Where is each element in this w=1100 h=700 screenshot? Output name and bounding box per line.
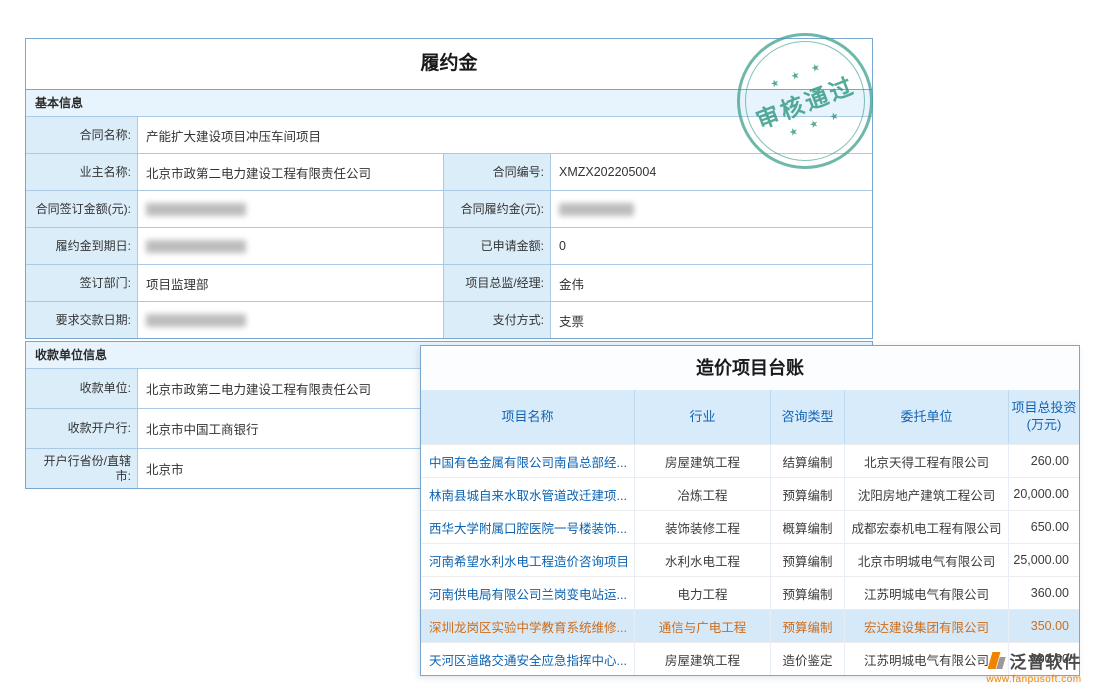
- industry-cell: 通信与广电工程: [635, 609, 771, 642]
- ledger-header-row: 项目名称 行业 咨询类型 委托单位 项目总投资 (万元): [421, 390, 1079, 444]
- consult-type-cell: 结算编制: [771, 444, 845, 477]
- industry-cell: 装饰装修工程: [635, 510, 771, 543]
- table-row-selected[interactable]: 深圳龙岗区实验中学教育系统维修... 通信与广电工程 预算编制 宏达建设集团有限…: [421, 609, 1079, 642]
- project-name-link[interactable]: 河南供电局有限公司兰岗变电站运...: [421, 576, 635, 609]
- owner-name-value: 北京市政第二电力建设工程有限责任公司: [138, 153, 444, 190]
- fanpu-logo-icon: [987, 651, 1006, 670]
- investment-cell: 260.00: [1009, 444, 1079, 477]
- client-cell: 宏达建设集团有限公司: [845, 609, 1009, 642]
- table-row[interactable]: 河南希望水利水电工程造价咨询项目 水利水电工程 预算编制 北京市明城电气有限公司…: [421, 543, 1079, 576]
- project-name-link[interactable]: 天河区道路交通安全应急指挥中心...: [421, 642, 635, 675]
- table-row[interactable]: 中国有色金属有限公司南昌总部经... 房屋建筑工程 结算编制 北京天得工程有限公…: [421, 444, 1079, 477]
- project-name-link[interactable]: 林南县城自来水取水管道改迁建项...: [421, 477, 635, 510]
- redacted-value: [559, 203, 634, 216]
- col-header-investment-line1: 项目总投资: [1011, 400, 1076, 417]
- signing-dept-value: 项目监理部: [138, 264, 444, 301]
- payment-method-value: 支票: [551, 301, 872, 338]
- industry-cell: 电力工程: [635, 576, 771, 609]
- bond-amount-label: 合同履约金(元):: [444, 190, 551, 227]
- client-cell: 成都宏泰机电工程有限公司: [845, 510, 1009, 543]
- client-cell: 北京市明城电气有限公司: [845, 543, 1009, 576]
- client-cell: 北京天得工程有限公司: [845, 444, 1009, 477]
- col-header-project-name: 项目名称: [421, 390, 635, 444]
- consult-type-cell: 预算编制: [771, 576, 845, 609]
- project-manager-value: 金伟: [551, 264, 872, 301]
- client-cell: 沈阳房地产建筑工程公司: [845, 477, 1009, 510]
- bond-due-date-label: 履约金到期日:: [26, 227, 138, 264]
- project-name-link[interactable]: 河南希望水利水电工程造价咨询项目: [421, 543, 635, 576]
- signed-amount-label: 合同签订金额(元):: [26, 190, 138, 227]
- payment-request-date-value: [138, 301, 444, 338]
- contract-number-label: 合同编号:: [444, 153, 551, 190]
- consult-type-cell: 造价鉴定: [771, 642, 845, 675]
- bond-amount-value: [551, 190, 872, 227]
- section-header-basic-info: 基本信息: [26, 89, 872, 116]
- industry-cell: 房屋建筑工程: [635, 444, 771, 477]
- investment-cell: 360.00: [1009, 576, 1079, 609]
- investment-cell: 20,000.00: [1009, 477, 1079, 510]
- industry-cell: 水利水电工程: [635, 543, 771, 576]
- performance-bond-panel: 履约金 基本信息 合同名称: 产能扩大建设项目冲压车间项目 业主名称: 北京市政…: [25, 38, 873, 339]
- consult-type-cell: 预算编制: [771, 543, 845, 576]
- redacted-value: [146, 203, 246, 216]
- table-row[interactable]: 西华大学附属口腔医院一号楼装饰... 装饰装修工程 概算编制 成都宏泰机电工程有…: [421, 510, 1079, 543]
- applied-amount-label: 已申请金额:: [444, 227, 551, 264]
- project-name-link[interactable]: 西华大学附属口腔医院一号楼装饰...: [421, 510, 635, 543]
- payment-method-label: 支付方式:: [444, 301, 551, 338]
- page-title: 履约金: [26, 39, 872, 89]
- table-row[interactable]: 林南县城自来水取水管道改迁建项... 冶炼工程 预算编制 沈阳房地产建筑工程公司…: [421, 477, 1079, 510]
- project-name-link[interactable]: 深圳龙岗区实验中学教育系统维修...: [421, 609, 635, 642]
- brand-url[interactable]: www.fanpusoft.com: [972, 674, 1096, 685]
- redacted-value: [146, 240, 246, 253]
- industry-cell: 冶炼工程: [635, 477, 771, 510]
- consult-type-cell: 预算编制: [771, 477, 845, 510]
- col-header-consult-type: 咨询类型: [771, 390, 845, 444]
- brand-line: 泛普软件: [972, 648, 1096, 673]
- investment-cell: 650.00: [1009, 510, 1079, 543]
- bank-province-label: 开户行省份/直辖市:: [26, 448, 138, 488]
- bond-due-date-value: [138, 227, 444, 264]
- contract-name-label: 合同名称:: [26, 116, 138, 153]
- signed-amount-value: [138, 190, 444, 227]
- industry-cell: 房屋建筑工程: [635, 642, 771, 675]
- table-row[interactable]: 河南供电局有限公司兰岗变电站运... 电力工程 预算编制 江苏明城电气有限公司 …: [421, 576, 1079, 609]
- owner-name-label: 业主名称:: [26, 153, 138, 190]
- investment-cell: 25,000.00: [1009, 543, 1079, 576]
- payee-unit-label: 收款单位:: [26, 368, 138, 408]
- contract-number-value: XMZX202205004: [551, 153, 872, 190]
- investment-cell: 350.00: [1009, 609, 1079, 642]
- consult-type-cell: 概算编制: [771, 510, 845, 543]
- col-header-client: 委托单位: [845, 390, 1009, 444]
- col-header-investment-line2: (万元): [1027, 417, 1062, 434]
- screen: 履约金 基本信息 合同名称: 产能扩大建设项目冲压车间项目 业主名称: 北京市政…: [0, 0, 1100, 700]
- col-header-investment: 项目总投资 (万元): [1009, 390, 1079, 444]
- col-header-industry: 行业: [635, 390, 771, 444]
- project-name-link[interactable]: 中国有色金属有限公司南昌总部经...: [421, 444, 635, 477]
- payment-request-date-label: 要求交款日期:: [26, 301, 138, 338]
- ledger-title: 造价项目台账: [421, 346, 1079, 390]
- brand-name: 泛普软件: [1010, 648, 1082, 673]
- consult-type-cell: 预算编制: [771, 609, 845, 642]
- fanpu-brand[interactable]: 泛普软件 www.fanpusoft.com: [972, 648, 1096, 685]
- contract-name-value: 产能扩大建设项目冲压车间项目: [138, 116, 872, 153]
- basic-info-form: 合同名称: 产能扩大建设项目冲压车间项目 业主名称: 北京市政第二电力建设工程有…: [26, 116, 872, 338]
- client-cell: 江苏明城电气有限公司: [845, 576, 1009, 609]
- applied-amount-value: 0: [551, 227, 872, 264]
- redacted-value: [146, 314, 246, 327]
- project-manager-label: 项目总监/经理:: [444, 264, 551, 301]
- cost-ledger-panel: 造价项目台账 项目名称 行业 咨询类型 委托单位 项目总投资 (万元) 中国有色…: [420, 345, 1080, 676]
- signing-dept-label: 签订部门:: [26, 264, 138, 301]
- payee-bank-label: 收款开户行:: [26, 408, 138, 448]
